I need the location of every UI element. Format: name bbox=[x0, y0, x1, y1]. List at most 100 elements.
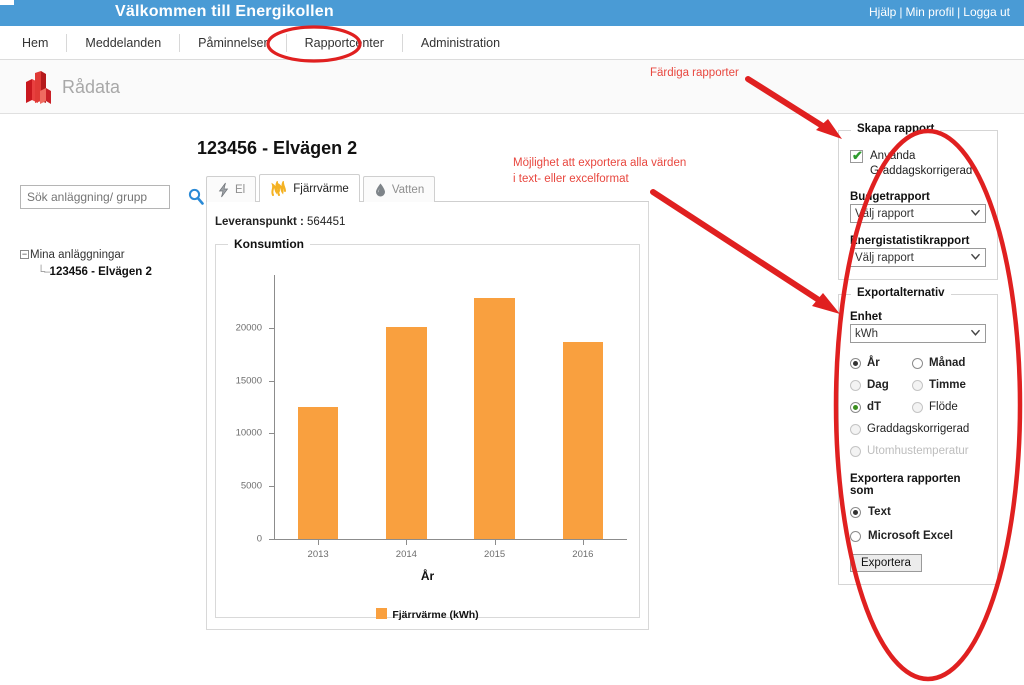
bar-chart-icon bbox=[26, 71, 51, 104]
search-input[interactable] bbox=[20, 185, 170, 209]
chart-y-tick-mark bbox=[269, 486, 274, 488]
chart-x-axis bbox=[274, 539, 627, 540]
sidebar-search bbox=[20, 185, 204, 209]
chart-y-axis bbox=[274, 275, 275, 539]
chevron-down-icon bbox=[971, 253, 980, 260]
format-option-excel[interactable]: Microsoft Excel bbox=[850, 530, 986, 542]
annotation-arrow-left-shaft bbox=[650, 189, 831, 309]
nav-item-meddelanden[interactable]: Meddelanden bbox=[67, 34, 181, 52]
tree-node-item[interactable]: └–123456 - Elvägen 2 bbox=[37, 266, 152, 278]
export-options-box: Exportalternativ Enhet kWh År Månad Dag … bbox=[838, 287, 998, 585]
chart-x-tick-label: 2016 bbox=[572, 549, 594, 560]
nav-item-hem[interactable]: Hem bbox=[0, 34, 68, 52]
format-option-text[interactable]: Text bbox=[850, 506, 986, 518]
chart-x-tick-label: 2013 bbox=[307, 549, 329, 560]
chart-y-tick-label: 5000 bbox=[240, 480, 262, 492]
chart-bar bbox=[297, 407, 339, 539]
tab-fjarrvarme[interactable]: Fjärrvärme bbox=[259, 174, 360, 202]
radio-utomhustemperatur bbox=[850, 445, 861, 457]
tab-label: El bbox=[235, 183, 246, 196]
annotation-note-top: Färdiga rapporter bbox=[650, 67, 739, 79]
chart-bar bbox=[562, 341, 604, 539]
page-title-band: Rådata bbox=[0, 60, 1024, 114]
chart-y-tick-mark bbox=[269, 433, 274, 435]
radio-ar bbox=[850, 357, 861, 369]
tab-el[interactable]: El bbox=[206, 176, 257, 202]
consumption-tabs: El Fjärrvärme Vatten bbox=[206, 174, 438, 202]
annotation-note-left-line1: Möjlighet att exportera alla värden bbox=[513, 157, 687, 169]
header-notch bbox=[0, 0, 14, 5]
format-label: Text bbox=[868, 506, 891, 518]
radio-option-flode[interactable]: Flöde bbox=[912, 401, 958, 413]
chart-y-tick-label: 10000 bbox=[235, 427, 262, 439]
consumption-panel: Leveranspunkt : 564451 Konsumtion 0 5000 1… bbox=[206, 202, 649, 630]
energy-report-label: Energistatistikrapport bbox=[850, 235, 970, 247]
radio-option-dag[interactable]: Dag bbox=[850, 379, 912, 391]
export-options-legend: Exportalternativ bbox=[851, 287, 951, 299]
unit-select[interactable]: kWh bbox=[850, 324, 986, 343]
create-report-legend: Skapa rapport bbox=[851, 123, 941, 135]
radio-option-utomhustemperatur: Utomhustemperatur bbox=[850, 445, 969, 457]
tab-label: Fjärrvärme bbox=[293, 182, 349, 195]
radio-label: Månad bbox=[929, 357, 966, 369]
tab-vatten[interactable]: Vatten bbox=[362, 176, 436, 202]
radio-option-graddagskorrigerad[interactable]: Graddagskorrigerad bbox=[850, 423, 969, 435]
chart-x-tick-label: 2014 bbox=[395, 549, 417, 560]
search-icon[interactable] bbox=[188, 188, 204, 206]
degree-day-checkbox[interactable]: ✔ bbox=[850, 148, 863, 163]
chart-y-tick-mark bbox=[269, 327, 274, 329]
legend-swatch bbox=[376, 608, 388, 619]
energy-report-value: Välj rapport bbox=[855, 252, 914, 264]
radio-label: dT bbox=[867, 401, 882, 413]
checkbox-label-line1: Använda bbox=[870, 150, 916, 162]
profile-link[interactable]: Min profil bbox=[905, 5, 954, 19]
link-separator: | bbox=[957, 5, 961, 19]
logout-link[interactable]: Logga ut bbox=[963, 5, 1010, 19]
flame-icon bbox=[271, 180, 287, 196]
value-radio-group: dT Flöde Graddagskorrigerad Utomhustempe… bbox=[850, 401, 986, 457]
radio-label: Utomhustemperatur bbox=[867, 445, 969, 457]
lightning-icon bbox=[218, 182, 229, 197]
chart-y-tick-label: 15000 bbox=[235, 375, 262, 387]
right-options-column: Skapa rapport ✔ Använda Graddagskorriger… bbox=[838, 123, 998, 599]
radio-option-manad[interactable]: Månad bbox=[912, 357, 965, 369]
tree-node-root[interactable]: − Mina anläggningar bbox=[20, 249, 152, 261]
radio-label: Graddagskorrigerad bbox=[867, 423, 970, 435]
legend-label: Fjärrvärme (kWh) bbox=[392, 609, 479, 621]
consumption-bar-chart: 0 5000 10000 15000 20000 2013 2014 2015 2016 bbox=[216, 263, 639, 573]
tree-expander-icon[interactable]: − bbox=[20, 250, 29, 260]
asset-heading: 123456 - Elvägen 2 bbox=[197, 138, 358, 158]
radio-timme bbox=[912, 379, 923, 391]
chart-x-tick-label: 2015 bbox=[484, 549, 506, 560]
delivery-point-value: 564451 bbox=[307, 216, 346, 228]
nav-item-rapportcenter[interactable]: Rapportcenter bbox=[287, 34, 403, 52]
radio-label: Timme bbox=[929, 379, 966, 391]
unit-value: kWh bbox=[855, 328, 878, 340]
radio-option-timme[interactable]: Timme bbox=[912, 379, 966, 391]
radio-manad bbox=[912, 357, 923, 369]
unit-label: Enhet bbox=[850, 311, 882, 323]
radio-graddagskorrigerad bbox=[850, 423, 861, 435]
chart-x-tick-mark bbox=[406, 540, 408, 545]
help-link[interactable]: Hjälp bbox=[869, 5, 896, 19]
degree-day-checkbox-label: Använda Graddagskorrigerad bbox=[870, 149, 972, 179]
fieldset-legend: Konsumtion bbox=[228, 237, 310, 251]
delivery-point-label: Leveranspunkt : bbox=[215, 216, 304, 228]
radio-option-ar[interactable]: År bbox=[850, 357, 912, 369]
radio-dot bbox=[853, 509, 858, 515]
radio-excel bbox=[850, 530, 861, 542]
format-label: Microsoft Excel bbox=[868, 530, 953, 542]
create-report-box: Skapa rapport ✔ Använda Graddagskorriger… bbox=[838, 123, 998, 280]
budget-report-select[interactable]: Välj rapport bbox=[850, 204, 986, 223]
nav-item-paminnelser[interactable]: Påminnelser bbox=[180, 34, 287, 52]
annotation-arrow-left-head bbox=[812, 293, 840, 314]
radio-dot bbox=[853, 360, 858, 366]
checkbox-label-line2: Graddagskorrigerad bbox=[870, 165, 973, 177]
energy-report-select[interactable]: Välj rapport bbox=[850, 248, 986, 267]
radio-option-dt[interactable]: dT bbox=[850, 401, 912, 413]
nav-item-administration[interactable]: Administration bbox=[403, 34, 518, 52]
degree-day-checkbox-row[interactable]: ✔ Använda Graddagskorrigerad bbox=[850, 148, 986, 179]
export-button[interactable]: Exportera bbox=[850, 554, 922, 572]
chart-legend: Fjärrvärme (kWh) bbox=[216, 608, 639, 621]
chart-y-tick-label: 0 bbox=[256, 533, 262, 545]
